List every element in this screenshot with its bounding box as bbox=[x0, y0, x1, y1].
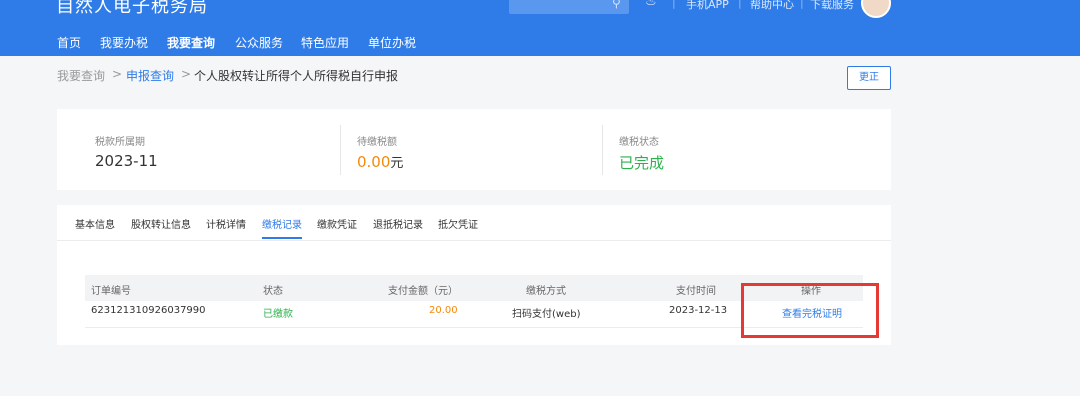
nav-special-apps[interactable]: 特色应用 bbox=[301, 34, 349, 51]
tab-payment-voucher[interactable]: 缴款凭证 bbox=[317, 216, 357, 231]
tax-due-value: 0.00 bbox=[357, 153, 391, 171]
nav-public-service[interactable]: 公众服务 bbox=[235, 34, 283, 51]
order-no: 623121310926037990 bbox=[91, 305, 206, 316]
tab-offset-voucher[interactable]: 抵欠凭证 bbox=[438, 216, 478, 231]
tab-payment-records[interactable]: 缴税记录 bbox=[262, 216, 302, 231]
highlight-box bbox=[741, 283, 879, 338]
col-time: 支付时间 bbox=[676, 286, 716, 297]
correct-button[interactable]: 更正 bbox=[847, 66, 891, 90]
tab-basic-info[interactable]: 基本信息 bbox=[75, 216, 115, 231]
nav-query[interactable]: 我要查询 bbox=[167, 34, 215, 51]
header-separator: | bbox=[672, 0, 676, 9]
tax-due-unit: 元 bbox=[390, 156, 404, 171]
bell-icon[interactable]: ♨ bbox=[645, 0, 657, 9]
payment-status-label: 缴税状态 bbox=[619, 137, 659, 148]
header-separator: | bbox=[800, 0, 804, 9]
breadcrumb-separator: > bbox=[181, 67, 192, 81]
site-brand[interactable]: 自然人电子税务局 bbox=[56, 0, 208, 18]
search-icon[interactable]: ⚲ bbox=[612, 0, 621, 10]
breadcrumb-current: 个人股权转让所得个人所得税自行申报 bbox=[194, 69, 399, 83]
top-header: 自然人电子税务局 ⚲ ♨ | 手机APP | 帮助中心 | 下载服务 首页 我要… bbox=[0, 0, 1080, 56]
col-order-no: 订单编号 bbox=[91, 286, 131, 297]
header-separator: | bbox=[738, 0, 742, 9]
tax-period-value: 2023-11 bbox=[95, 152, 158, 170]
download-service-link[interactable]: 下载服务 bbox=[810, 0, 854, 12]
tab-refund-records[interactable]: 退抵税记录 bbox=[373, 216, 423, 231]
payment-method: 扫码支付(web) bbox=[512, 309, 581, 320]
mobile-app-link[interactable]: 手机APP bbox=[686, 0, 729, 12]
payment-amount: 20.00 bbox=[429, 305, 458, 316]
divider bbox=[340, 125, 341, 175]
tax-period-label: 税款所属期 bbox=[95, 137, 145, 148]
tab-tax-details[interactable]: 计税详情 bbox=[206, 216, 246, 231]
tab-equity-transfer-info[interactable]: 股权转让信息 bbox=[131, 216, 191, 231]
nav-home[interactable]: 首页 bbox=[57, 34, 81, 51]
tax-due: 0.00元 bbox=[357, 152, 403, 171]
breadcrumb-query[interactable]: 我要查询 bbox=[57, 67, 105, 84]
breadcrumb-separator: > bbox=[112, 67, 123, 81]
avatar[interactable] bbox=[861, 0, 891, 18]
col-status: 状态 bbox=[263, 286, 283, 297]
payment-status: 已缴款 bbox=[263, 309, 293, 320]
nav-tax-handling[interactable]: 我要办税 bbox=[100, 34, 148, 51]
search-input[interactable] bbox=[509, 0, 629, 14]
divider bbox=[602, 125, 603, 175]
col-method: 缴税方式 bbox=[526, 286, 566, 297]
help-center-link[interactable]: 帮助中心 bbox=[750, 0, 794, 12]
payment-time: 2023-12-13 bbox=[669, 305, 728, 316]
payment-status-value: 已完成 bbox=[619, 154, 665, 172]
tab-divider bbox=[57, 240, 891, 241]
breadcrumb-declaration-query[interactable]: 申报查询 bbox=[126, 67, 174, 84]
nav-unit-tax[interactable]: 单位办税 bbox=[368, 34, 416, 51]
summary-card: 税款所属期 2023-11 待缴税额 0.00元 缴税状态 已完成 bbox=[57, 109, 891, 190]
tax-due-label: 待缴税额 bbox=[357, 137, 397, 148]
col-amount: 支付金额（元） bbox=[388, 286, 458, 297]
active-tab-indicator bbox=[262, 237, 302, 239]
